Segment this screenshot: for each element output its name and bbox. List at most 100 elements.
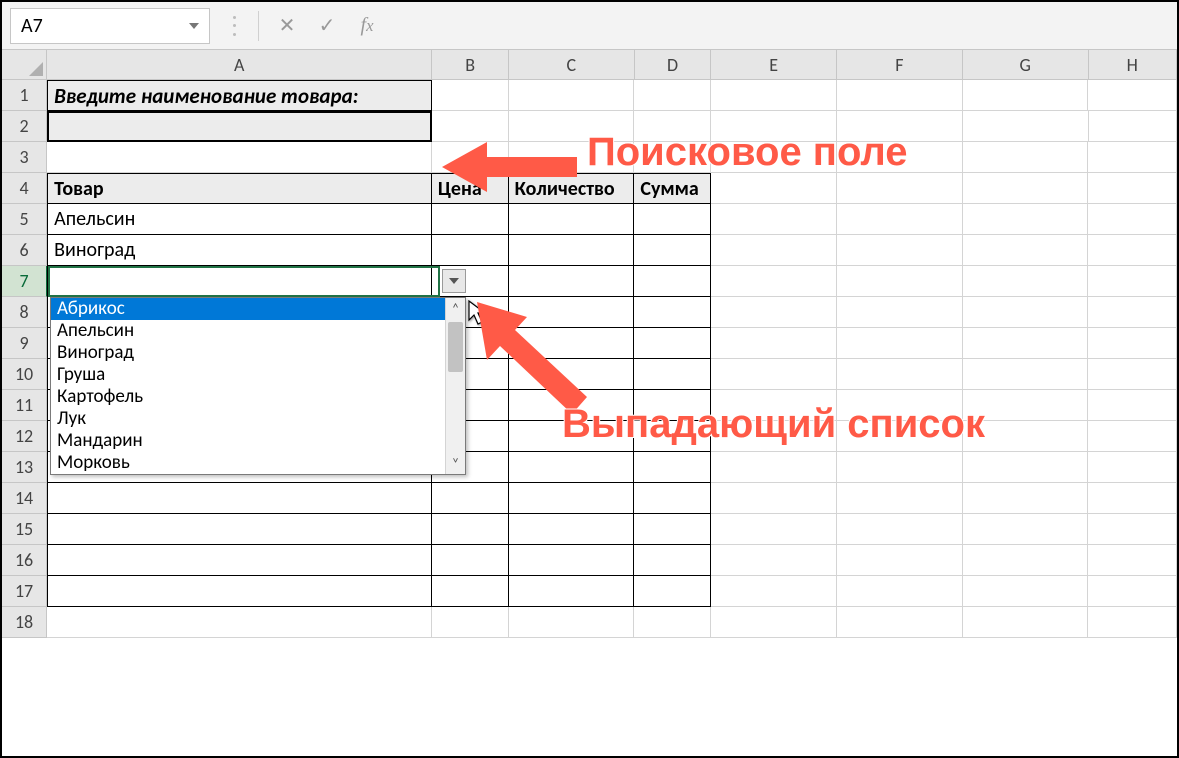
row-header-9[interactable]: 9	[2, 328, 47, 359]
row-header-7[interactable]: 7	[2, 266, 47, 297]
cell-E18[interactable]	[711, 607, 837, 638]
cell-F17[interactable]	[837, 576, 963, 607]
cell-F9[interactable]	[837, 328, 963, 359]
cell-A4[interactable]: Товар	[47, 173, 432, 204]
row-header-8[interactable]: 8	[2, 297, 47, 328]
col-header-D[interactable]: D	[635, 50, 712, 79]
scroll-down-icon[interactable]: ˅	[450, 453, 462, 474]
cell-H16[interactable]	[1088, 545, 1177, 576]
cell-G17[interactable]	[963, 576, 1089, 607]
cell-A7[interactable]	[47, 266, 432, 297]
dropdown-item[interactable]: Картофель	[51, 386, 445, 408]
dropdown-scrollbar[interactable]: ˄ ˅	[445, 298, 465, 474]
cell-F15[interactable]	[837, 514, 963, 545]
cell-D15[interactable]	[634, 514, 711, 545]
cell-A17[interactable]	[47, 576, 432, 607]
cell-E7[interactable]	[711, 266, 837, 297]
dropdown-item[interactable]: Груша	[51, 364, 445, 386]
cell-C15[interactable]	[509, 514, 635, 545]
cell-D16[interactable]	[634, 545, 711, 576]
cell-F14[interactable]	[837, 483, 963, 514]
cell-E4[interactable]	[711, 173, 837, 204]
cell-D8[interactable]	[634, 297, 711, 328]
cell-H7[interactable]	[1088, 266, 1177, 297]
cell-H17[interactable]	[1088, 576, 1177, 607]
cell-D10[interactable]	[634, 359, 711, 390]
cell-E17[interactable]	[711, 576, 837, 607]
cell-E1[interactable]	[711, 80, 837, 111]
scroll-thumb[interactable]	[448, 322, 463, 372]
cell-E15[interactable]	[711, 514, 837, 545]
cell-C18[interactable]	[509, 607, 635, 638]
cell-C16[interactable]	[509, 545, 635, 576]
cell-F1[interactable]	[837, 80, 963, 111]
name-box-dropdown-icon[interactable]	[189, 23, 199, 29]
cell-E13[interactable]	[711, 452, 837, 483]
cell-H9[interactable]	[1088, 328, 1177, 359]
row-header-13[interactable]: 13	[2, 452, 47, 483]
col-header-E[interactable]: E	[711, 50, 837, 79]
col-header-B[interactable]: B	[432, 50, 509, 79]
cell-D7[interactable]	[634, 266, 711, 297]
row-header-10[interactable]: 10	[2, 359, 47, 390]
cell-G5[interactable]	[963, 204, 1089, 235]
cell-H10[interactable]	[1088, 359, 1177, 390]
dropdown-item[interactable]: Лук	[51, 408, 445, 430]
cell-C14[interactable]	[509, 483, 635, 514]
row-header-3[interactable]: 3	[2, 142, 47, 173]
cell-H8[interactable]	[1088, 297, 1177, 328]
cell-B16[interactable]	[432, 545, 509, 576]
cell-A3[interactable]	[47, 142, 432, 173]
cell-G9[interactable]	[963, 328, 1089, 359]
col-header-H[interactable]: H	[1089, 50, 1177, 79]
cell-A18[interactable]	[47, 607, 432, 638]
row-header-4[interactable]: 4	[2, 173, 47, 204]
name-box[interactable]: A7	[10, 8, 210, 44]
cell-F5[interactable]	[837, 204, 963, 235]
cell-H11[interactable]	[1088, 390, 1177, 421]
cell-C6[interactable]	[509, 235, 635, 266]
cell-C17[interactable]	[509, 576, 635, 607]
row-header-16[interactable]: 16	[2, 545, 47, 576]
cell-G3[interactable]	[963, 142, 1089, 173]
cell-F13[interactable]	[837, 452, 963, 483]
cell-H5[interactable]	[1088, 204, 1177, 235]
row-header-12[interactable]: 12	[2, 421, 47, 452]
data-validation-dropdown-button[interactable]	[442, 269, 466, 293]
dropdown-item[interactable]: Морковь	[51, 452, 445, 474]
row-header-17[interactable]: 17	[2, 576, 47, 607]
dropdown-item[interactable]: Мандарин	[51, 430, 445, 452]
cell-E5[interactable]	[711, 204, 837, 235]
cell-G4[interactable]	[963, 173, 1089, 204]
cell-E8[interactable]	[711, 297, 837, 328]
cell-F7[interactable]	[837, 266, 963, 297]
cell-F10[interactable]	[837, 359, 963, 390]
cell-H14[interactable]	[1088, 483, 1177, 514]
cell-A14[interactable]	[47, 483, 432, 514]
cell-G13[interactable]	[963, 452, 1089, 483]
cell-G14[interactable]	[963, 483, 1089, 514]
cell-D13[interactable]	[634, 452, 711, 483]
cell-A5[interactable]: Апельсин	[47, 204, 432, 235]
cell-G1[interactable]	[963, 80, 1089, 111]
cell-H1[interactable]	[1088, 80, 1177, 111]
cell-B5[interactable]	[432, 204, 509, 235]
cell-C5[interactable]	[509, 204, 635, 235]
cell-A2-search-field[interactable]	[47, 111, 432, 142]
cell-E6[interactable]	[711, 235, 837, 266]
cell-C13[interactable]	[509, 452, 635, 483]
cell-F18[interactable]	[837, 607, 963, 638]
cell-B15[interactable]	[432, 514, 509, 545]
row-header-6[interactable]: 6	[2, 235, 47, 266]
cell-H4[interactable]	[1088, 173, 1177, 204]
row-header-2[interactable]: 2	[2, 111, 47, 142]
cell-E9[interactable]	[711, 328, 837, 359]
cell-D6[interactable]	[634, 235, 711, 266]
row-header-5[interactable]: 5	[2, 204, 47, 235]
cell-G6[interactable]	[963, 235, 1089, 266]
cell-D5[interactable]	[634, 204, 711, 235]
cell-C1[interactable]	[509, 80, 635, 111]
cell-B18[interactable]	[432, 607, 509, 638]
cell-A6[interactable]: Виноград	[47, 235, 432, 266]
formula-input[interactable]	[395, 8, 1169, 44]
